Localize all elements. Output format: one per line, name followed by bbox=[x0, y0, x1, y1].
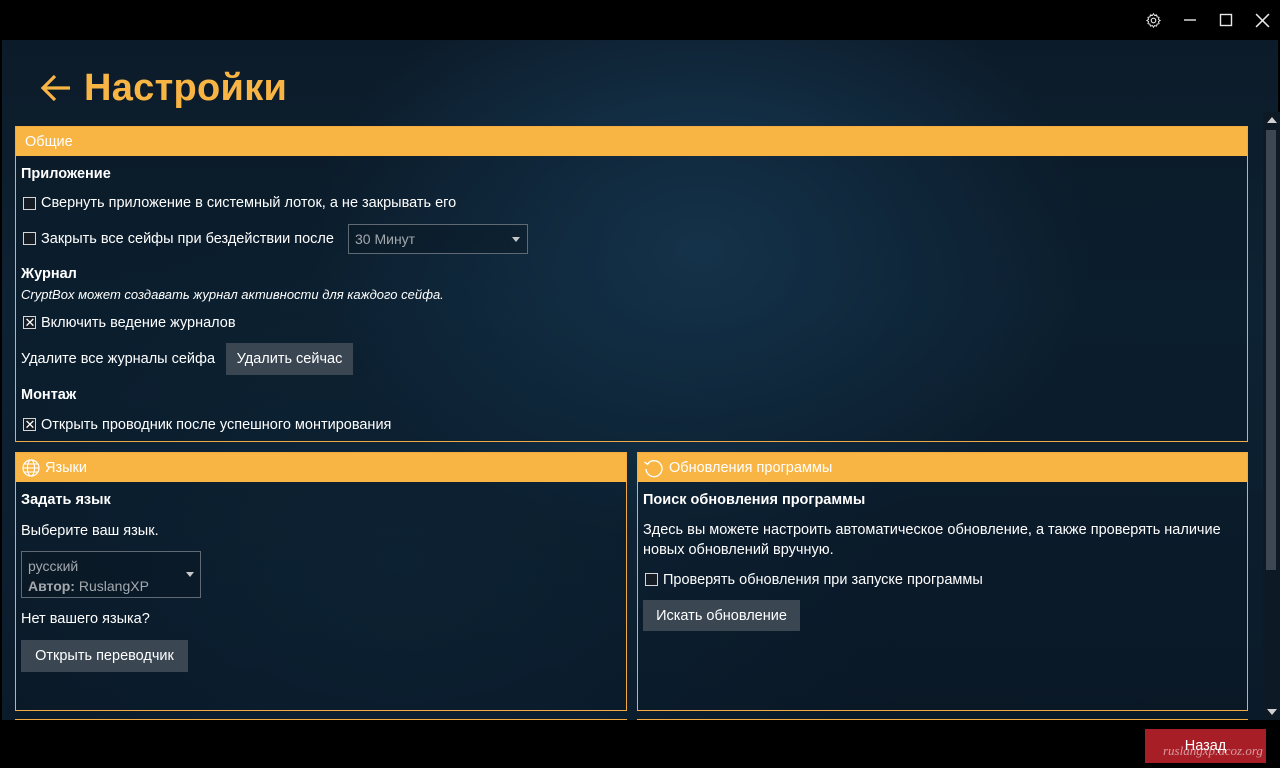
close-vaults-checkbox[interactable] bbox=[23, 232, 36, 245]
chevron-down-icon bbox=[186, 572, 194, 577]
idle-timeout-select[interactable]: 30 Минут bbox=[348, 224, 528, 254]
footer-bar bbox=[0, 720, 1280, 768]
chevron-down-icon bbox=[512, 237, 520, 242]
check-updates-label[interactable]: Проверять обновления при запуске програм… bbox=[663, 572, 983, 588]
update-description-line2: новых обновлений вручную. bbox=[643, 542, 834, 558]
journal-description: CryptBox может создавать журнал активнос… bbox=[21, 287, 444, 302]
language-select[interactable]: русский Автор: RuslangXP bbox=[21, 551, 201, 598]
general-section-header: Общие bbox=[16, 127, 1247, 156]
updates-section-header: Обновления программы bbox=[638, 453, 1247, 482]
minimize-tray-checkbox[interactable] bbox=[23, 197, 36, 210]
missing-language-text: Нет вашего языка? bbox=[21, 611, 150, 627]
language-value: русский bbox=[28, 558, 79, 574]
open-explorer-label[interactable]: Открыть проводник после успешного монтир… bbox=[41, 417, 391, 433]
vertical-scrollbar[interactable] bbox=[1263, 112, 1280, 720]
minimize-tray-label[interactable]: Свернуть приложение в системный лоток, а… bbox=[41, 195, 456, 211]
title-bar bbox=[0, 0, 1280, 40]
minimize-button[interactable] bbox=[1172, 0, 1208, 40]
update-description-line1: Здесь вы можете настроить автоматическое… bbox=[643, 522, 1221, 538]
author-label: Автор: bbox=[28, 578, 75, 594]
choose-language-text: Выберите ваш язык. bbox=[21, 523, 159, 539]
updates-section-title: Обновления программы bbox=[669, 459, 833, 476]
window-border-left bbox=[0, 40, 2, 720]
general-section-title: Общие bbox=[25, 133, 73, 150]
idle-timeout-value: 30 Минут bbox=[355, 231, 416, 247]
delete-journals-label: Удалите все журналы сейфа bbox=[21, 351, 216, 367]
updates-section: Обновления программы Поиск обновления пр… bbox=[637, 452, 1248, 711]
scroll-up-icon[interactable] bbox=[1267, 117, 1277, 123]
settings-gear-icon[interactable] bbox=[1135, 0, 1171, 40]
refresh-icon bbox=[644, 459, 663, 477]
general-section: Общие Приложение Свернуть приложение в с… bbox=[15, 126, 1248, 442]
open-explorer-checkbox[interactable] bbox=[23, 416, 36, 433]
scrollbar-thumb[interactable] bbox=[1266, 130, 1276, 570]
delete-now-button[interactable]: Удалить сейчас bbox=[226, 343, 353, 375]
enable-journal-label[interactable]: Включить ведение журналов bbox=[41, 315, 236, 331]
mount-subtitle: Монтаж bbox=[21, 387, 77, 403]
check-updates-checkbox[interactable] bbox=[645, 573, 658, 586]
close-vaults-label[interactable]: Закрыть все сейфы при бездействии после bbox=[41, 231, 334, 247]
app-subtitle: Приложение bbox=[21, 166, 111, 182]
close-button[interactable] bbox=[1244, 0, 1280, 40]
scroll-down-icon[interactable] bbox=[1267, 709, 1277, 715]
globe-icon bbox=[22, 458, 40, 477]
languages-section-header: Языки bbox=[16, 453, 626, 482]
journal-subtitle: Журнал bbox=[21, 266, 77, 282]
search-update-button[interactable]: Искать обновление bbox=[643, 600, 800, 631]
arrow-left-icon[interactable] bbox=[38, 70, 74, 106]
enable-journal-checkbox[interactable] bbox=[23, 314, 36, 331]
language-author: Автор: RuslangXP bbox=[28, 578, 149, 594]
author-name: RuslangXP bbox=[78, 578, 149, 594]
watermark-text: ruslangxp.ucoz.org bbox=[1163, 743, 1263, 758]
page-header: Настройки bbox=[38, 60, 287, 116]
maximize-button[interactable] bbox=[1208, 0, 1244, 40]
open-translator-button[interactable]: Открыть переводчик bbox=[21, 640, 188, 672]
languages-section: Языки Задать язык Выберите ваш язык. рус… bbox=[15, 452, 627, 711]
page-title: Настройки bbox=[84, 66, 288, 109]
set-language-subtitle: Задать язык bbox=[21, 492, 111, 508]
languages-section-title: Языки bbox=[45, 459, 87, 476]
update-search-subtitle: Поиск обновления программы bbox=[643, 492, 866, 508]
